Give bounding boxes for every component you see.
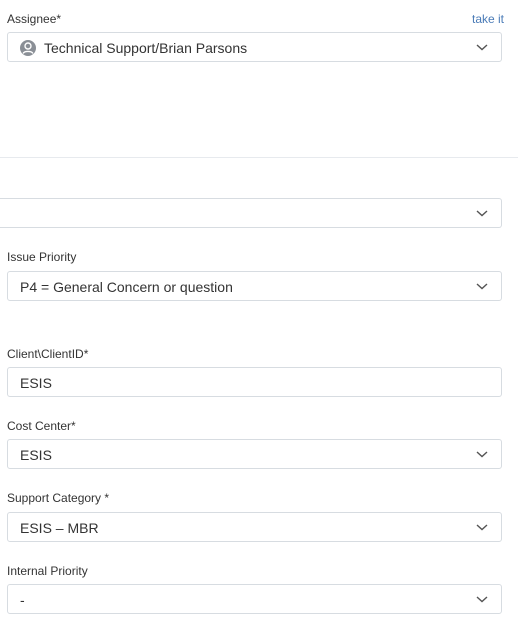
support-category-value: ESIS – MBR [20, 520, 99, 536]
internal-priority-select[interactable]: - [7, 584, 502, 614]
issue-priority-select[interactable]: P4 = General Concern or question [7, 271, 502, 301]
chevron-down-icon [476, 210, 488, 217]
internal-priority-value: - [20, 592, 25, 608]
internal-priority-label: Internal Priority [7, 564, 88, 578]
support-category-select[interactable]: ESIS – MBR [7, 512, 502, 542]
cost-center-value: ESIS [20, 447, 52, 463]
unlabeled-select[interactable] [0, 198, 502, 228]
client-id-input[interactable]: ESIS [7, 367, 502, 397]
chevron-down-icon [476, 451, 488, 458]
assignee-value: Technical Support/Brian Parsons [44, 40, 248, 56]
support-category-label: Support Category * [7, 491, 110, 505]
assignee-select[interactable]: Technical Support/Brian Parsons [7, 32, 502, 62]
assignee-label: Assignee* [7, 12, 62, 26]
client-id-value: ESIS [20, 375, 52, 391]
chevron-down-icon [476, 283, 488, 290]
section-divider [0, 157, 518, 158]
chevron-down-icon [476, 524, 488, 531]
user-avatar-icon [20, 40, 36, 56]
issue-priority-label: Issue Priority [7, 250, 77, 264]
chevron-down-icon [476, 44, 488, 51]
take-it-link[interactable]: take it [472, 12, 504, 26]
cost-center-select[interactable]: ESIS [7, 439, 502, 469]
issue-priority-value: P4 = General Concern or question [20, 279, 233, 295]
cost-center-label: Cost Center* [7, 419, 76, 433]
client-id-label: Client\ClientID* [7, 347, 89, 361]
chevron-down-icon [476, 596, 488, 603]
